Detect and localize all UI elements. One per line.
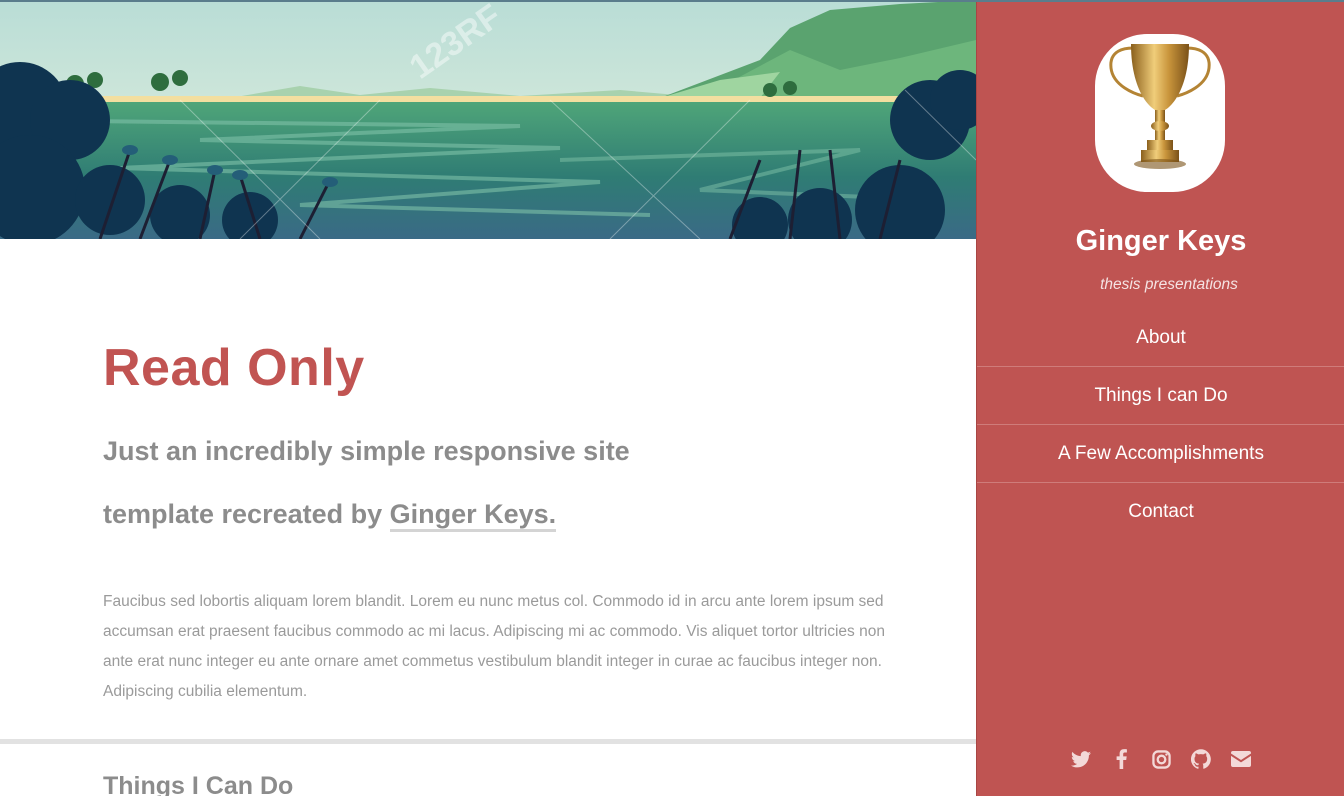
intro-subtitle: Just an incredibly simple responsive sit… — [103, 420, 723, 546]
page-title: Read Only — [103, 339, 365, 397]
banner-image: 123RF — [0, 0, 976, 239]
site-title: Ginger Keys — [1075, 225, 1247, 257]
trophy-icon — [1109, 44, 1211, 169]
github-icon[interactable] — [1190, 745, 1212, 773]
intro-body: Faucibus sed lobortis aliquam lorem blan… — [103, 593, 885, 700]
twitter-icon[interactable] — [1070, 745, 1092, 773]
nav-item-accomplishments: A Few Accomplishments — [977, 425, 1344, 483]
section-title-things-i-can-do: Things I Can Do — [103, 772, 294, 796]
nav-item-things-i-can-do: Things I can Do — [977, 367, 1344, 425]
site-subtitle: thesis presentations — [1100, 276, 1238, 293]
section-divider — [0, 739, 976, 744]
nav-link-contact[interactable]: Contact — [1128, 501, 1193, 522]
nav-link-about[interactable]: About — [1136, 327, 1186, 348]
facebook-icon[interactable] — [1110, 745, 1132, 773]
main-content: 123RF Read Only Just an incredibly simpl… — [0, 0, 976, 796]
envelope-icon[interactable] — [1230, 745, 1252, 773]
sidebar-nav: About Things I can Do A Few Accomplishme… — [977, 309, 1344, 540]
sidebar: Ginger Keys thesis presentations About T… — [976, 0, 1344, 796]
nav-item-about: About — [977, 309, 1344, 367]
nav-item-contact: Contact — [977, 483, 1344, 540]
social-links — [977, 745, 1344, 773]
author-link[interactable]: Ginger Keys. — [389, 499, 557, 532]
nav-link-accomplishments[interactable]: A Few Accomplishments — [1058, 443, 1264, 464]
nav-link-things-i-can-do[interactable]: Things I can Do — [1094, 385, 1227, 406]
window-top-edge — [0, 0, 1344, 2]
instagram-icon[interactable] — [1150, 745, 1172, 773]
avatar — [1095, 34, 1225, 192]
